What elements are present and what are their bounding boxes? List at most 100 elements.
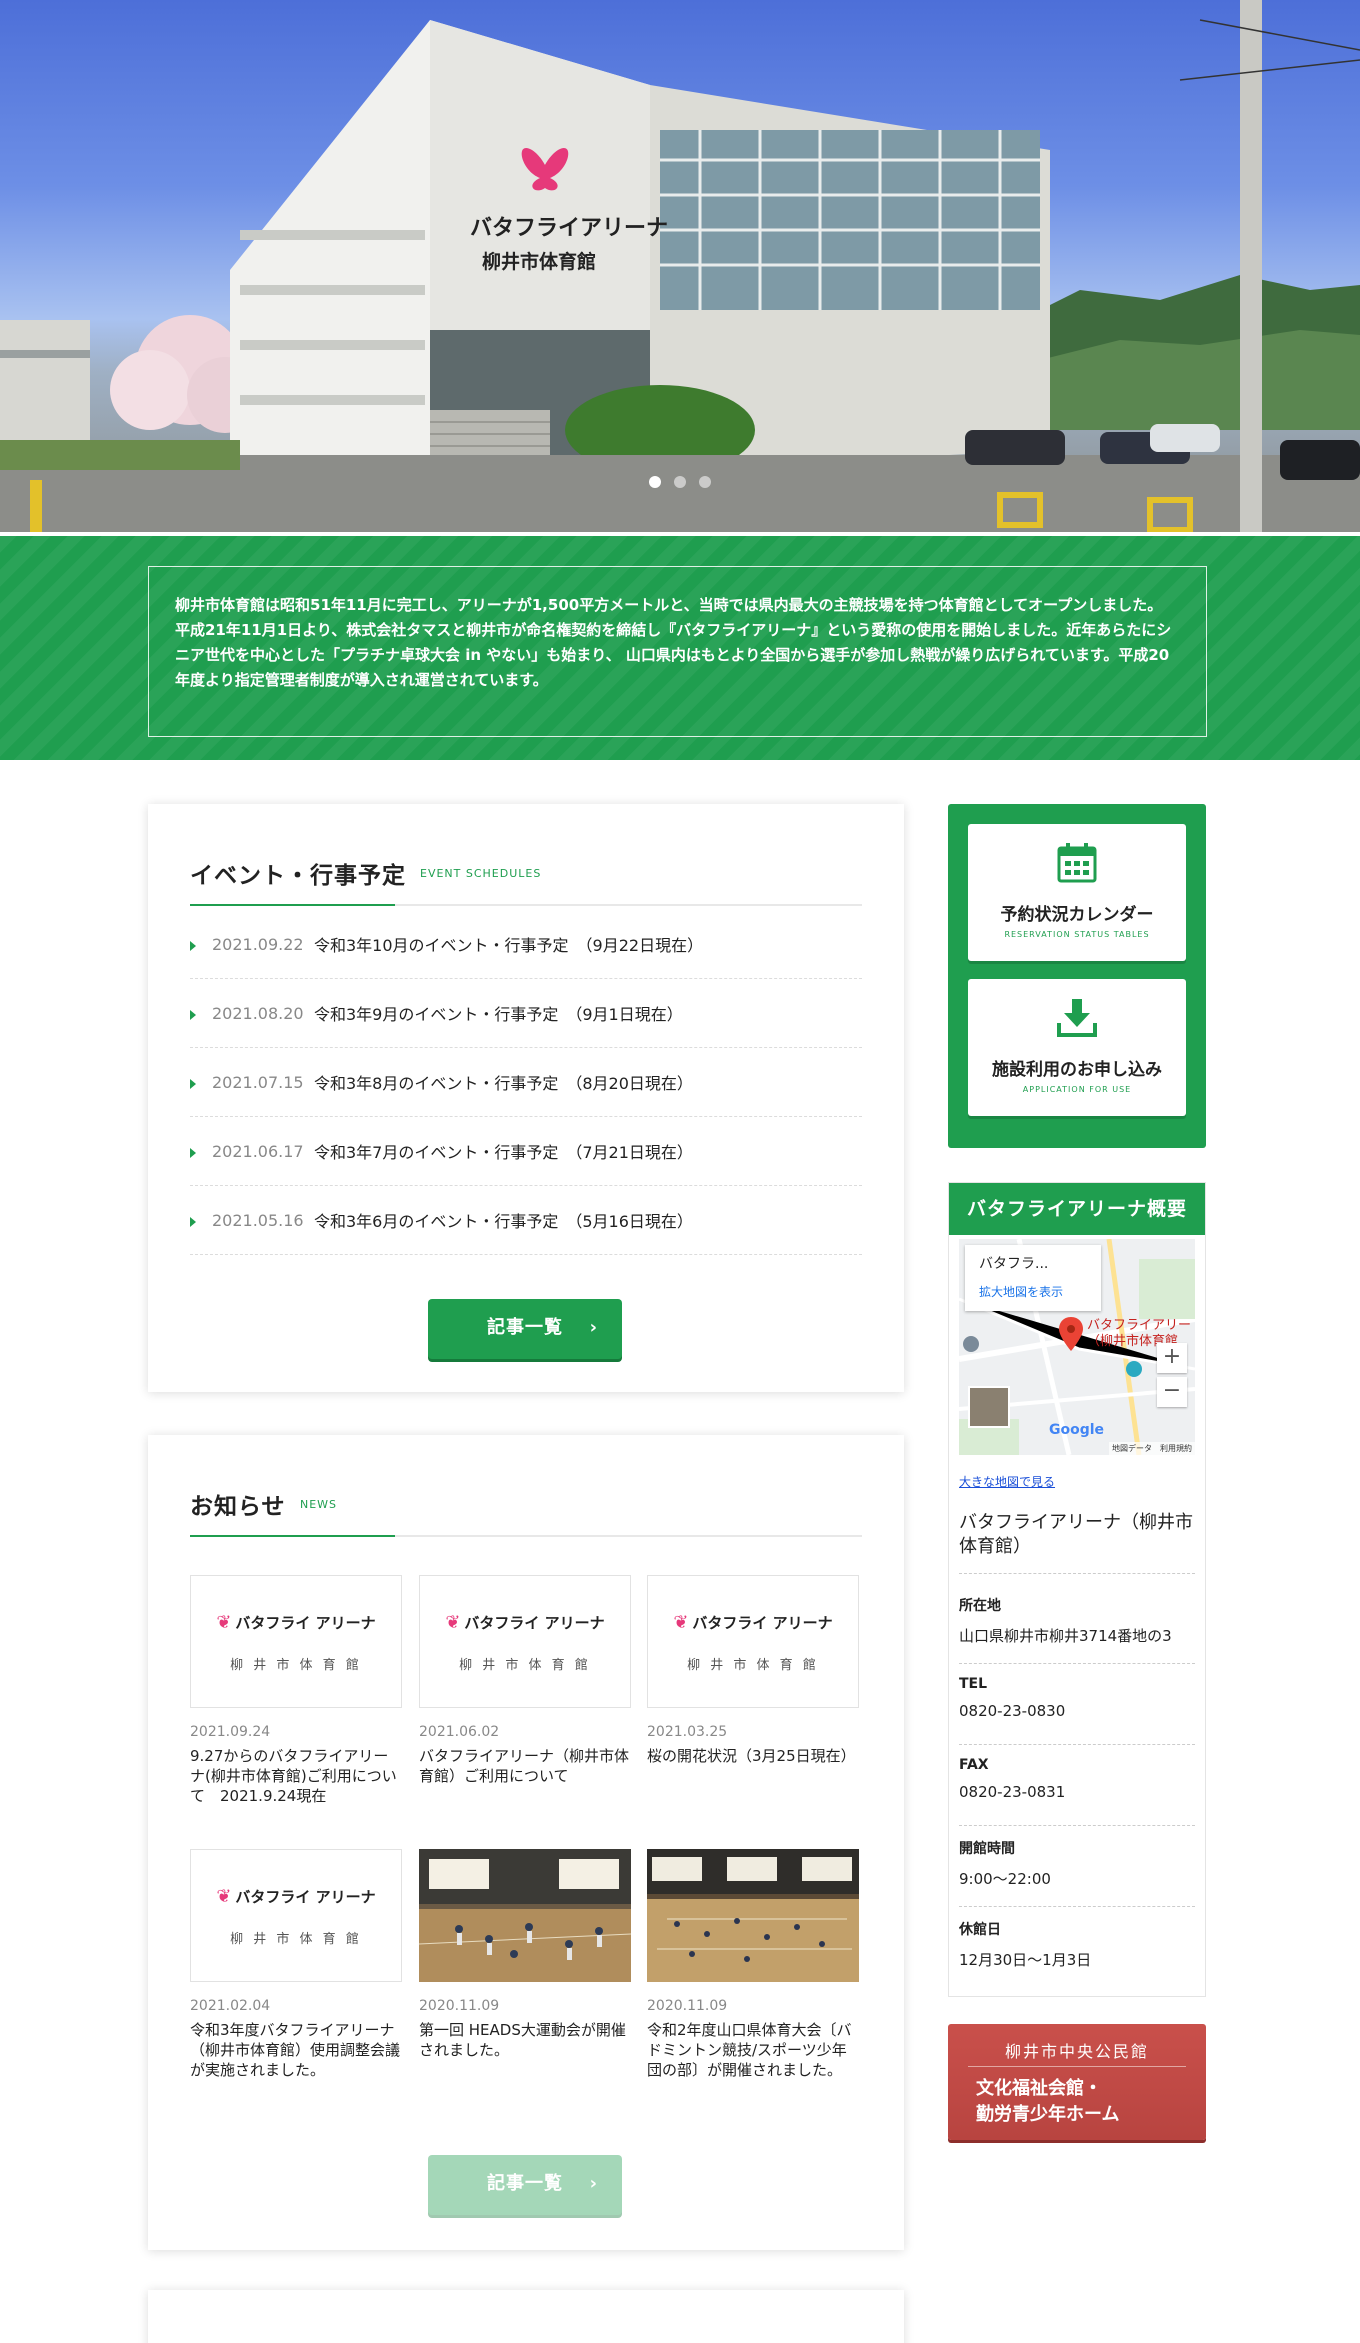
svg-text:Google: Google xyxy=(1049,1422,1104,1438)
events-subtitle: EVENT SCHEDULES xyxy=(420,867,542,880)
news-title-link[interactable]: バタフライアリーナ（柳井市体育館）ご利用について xyxy=(419,1746,631,1786)
news-title-link[interactable]: 9.27からのバタフライアリーナ(柳井市体育館)ご利用について 2021.9.2… xyxy=(190,1746,402,1806)
banner-line-2: 勤労青少年ホーム xyxy=(976,2104,1120,2125)
news-date: 2021.06.02 xyxy=(419,1724,500,1740)
slider-dot-1[interactable] xyxy=(648,476,661,488)
banner-line-1: 文化福祉会館・ xyxy=(976,2078,1102,2099)
svg-text:バタフライアリーナ: バタフライアリーナ xyxy=(470,216,668,241)
logo-name: バタフライ アリーナ xyxy=(235,1614,376,1632)
news-date: 2020.11.09 xyxy=(647,1998,728,2014)
big-map-link[interactable]: 大きな地図で見る xyxy=(959,1473,1055,1490)
list-item[interactable]: 2021.05.16 令和3年6月のイベント・行事予定 （5月16日現在） xyxy=(190,1186,862,1255)
calendar-button[interactable]: 予約状況カレンダー RESERVATION STATUS TABLES xyxy=(968,824,1186,961)
map-enlarge-link[interactable]: 拡大地図を表示 xyxy=(979,1283,1087,1300)
events-more-button[interactable]: 記事一覧 › xyxy=(428,1299,622,1359)
info-label: FAX xyxy=(959,1757,989,1773)
news-subtitle: NEWS xyxy=(300,1498,338,1511)
event-title[interactable]: 令和3年8月のイベント・行事予定 （8月20日現在） xyxy=(314,1070,693,1094)
news-date: 2021.03.25 xyxy=(647,1724,728,1740)
event-title[interactable]: 令和3年7月のイベント・行事予定 （7月21日現在） xyxy=(314,1139,693,1163)
news-more-button[interactable]: 記事一覧 › xyxy=(428,2155,622,2215)
info-row-tel: TEL 0820-23-0830 xyxy=(959,1664,1195,1745)
zoom-out-button[interactable]: − xyxy=(1157,1377,1187,1407)
news-card[interactable]: ❦ バタフライ アリーナ 柳 井 市 体 育 館 2021.06.02 バタフライ… xyxy=(419,1575,631,1786)
application-button[interactable]: 施設利用のお申し込み APPLICATION FOR USE xyxy=(968,979,1186,1116)
logo-subtitle: 柳 井 市 体 育 館 xyxy=(230,1932,362,1947)
intro-text: 柳井市体育館は昭和51年11月に完工し、アリーナが1,500平方メートルと、当時… xyxy=(148,566,1207,737)
slider-dot-2[interactable] xyxy=(674,476,686,488)
logo-name: バタフライ アリーナ xyxy=(235,1888,376,1906)
news-title-link[interactable]: 令和2年度山口県体育大会〔バドミントン競技/スポーツ少年団の部〕が開催されました… xyxy=(647,2020,859,2080)
butterfly-logo-icon: ❦ xyxy=(445,1612,461,1633)
events-list: 2021.09.22 令和3年10月のイベント・行事予定 （9月22日現在） 20… xyxy=(190,910,862,1255)
map-footer[interactable]: 地図データ 利用規約 xyxy=(1109,1442,1195,1455)
news-thumbnail[interactable]: ❦ バタフライ アリーナ 柳 井 市 体 育 館 xyxy=(190,1575,402,1708)
events-more-label: 記事一覧 xyxy=(487,1317,563,1338)
news-title-link[interactable]: 令和3年度バタフライアリーナ（柳井市体育館）使用調整会議が実施されました。 xyxy=(190,2020,402,2080)
news-thumbnail[interactable]: ❦ バタフライ アリーナ 柳 井 市 体 育 館 xyxy=(647,1575,859,1708)
butterfly-logo-icon: ❦ xyxy=(216,1886,232,1907)
google-map[interactable]: バタフライアリー （柳井市体育館 Google バタフラ... 拡大地図を表示 … xyxy=(959,1239,1195,1455)
news-title-link[interactable]: 桜の開花状況（3月25日現在） xyxy=(647,1746,859,1766)
news-card[interactable]: 2020.11.09 令和2年度山口県体育大会〔バドミントン競技/スポーツ少年団… xyxy=(647,1849,859,2080)
news-card[interactable]: ❦ バタフライ アリーナ 柳 井 市 体 育 館 2021.09.24 9.27か… xyxy=(190,1575,402,1806)
events-title: イベント・行事予定 xyxy=(190,863,406,889)
event-title[interactable]: 令和3年10月のイベント・行事予定 （9月22日現在） xyxy=(314,932,703,956)
list-item[interactable]: 2021.08.20 令和3年9月のイベント・行事予定 （9月1日現在） xyxy=(190,979,862,1048)
banner-title: 柳井市中央公民館 xyxy=(1004,2042,1149,2061)
butterfly-logo-icon: ❦ xyxy=(673,1612,689,1633)
news-card[interactable]: ❦ バタフライ アリーナ 柳 井 市 体 育 館 2021.02.04 令和3年度… xyxy=(190,1849,402,2080)
info-value: 12月30日〜1月3日 xyxy=(959,1951,1092,1969)
arrow-icon xyxy=(190,1148,196,1158)
news-thumbnail[interactable]: ❦ バタフライ アリーナ 柳 井 市 体 育 館 xyxy=(190,1849,402,1982)
list-item[interactable]: 2021.06.17 令和3年7月のイベント・行事予定 （7月21日現在） xyxy=(190,1117,862,1186)
news-heading: お知らせ NEWS xyxy=(190,1487,862,1537)
list-item[interactable]: 2021.07.15 令和3年8月のイベント・行事予定 （8月20日現在） xyxy=(190,1048,862,1117)
hero-slider: バタフライアリーナ 柳井市体育館 xyxy=(0,0,1360,532)
news-title: お知らせ xyxy=(190,1494,286,1520)
intro-band: 柳井市体育館は昭和51年11月に完工し、アリーナが1,500平方メートルと、当時… xyxy=(0,532,1360,760)
logo-name: バタフライ アリーナ xyxy=(692,1614,833,1632)
calendar-sublabel: RESERVATION STATUS TABLES xyxy=(1004,930,1150,939)
arrow-icon xyxy=(190,1079,196,1089)
news-title-link[interactable]: 第一回 HEADS大運動会が開催されました。 xyxy=(419,2020,631,2060)
zoom-in-button[interactable]: + xyxy=(1157,1343,1187,1373)
news-card[interactable]: ❦ バタフライ アリーナ 柳 井 市 体 育 館 2021.03.25 桜の開花状… xyxy=(647,1575,859,1766)
event-date: 2021.05.16 xyxy=(212,1210,304,1230)
news-photo-thumbnail[interactable] xyxy=(419,1849,631,1982)
info-row-fax: FAX 0820-23-0831 xyxy=(959,1745,1195,1826)
info-label: 開館時間 xyxy=(959,1841,1015,1857)
logo-name: バタフライ アリーナ xyxy=(464,1614,605,1632)
logo-subtitle: 柳 井 市 体 育 館 xyxy=(459,1658,591,1673)
event-title[interactable]: 令和3年9月のイベント・行事予定 （9月1日現在） xyxy=(314,1001,683,1025)
chevron-right-icon: › xyxy=(589,2173,598,2194)
info-row-closed: 休館日 12月30日〜1月3日 xyxy=(959,1907,1195,1988)
sidebar-quick-links: 予約状況カレンダー RESERVATION STATUS TABLES 施設利用… xyxy=(948,804,1206,1148)
news-more-label: 記事一覧 xyxy=(487,2173,563,2194)
news-thumbnail[interactable]: ❦ バタフライ アリーナ 柳 井 市 体 育 館 xyxy=(419,1575,631,1708)
news-card[interactable]: 2020.11.09 第一回 HEADS大運動会が開催されました。 xyxy=(419,1849,631,2060)
gym-photo xyxy=(647,1849,859,1982)
list-item[interactable]: 2021.09.22 令和3年10月のイベント・行事予定 （9月22日現在） xyxy=(190,910,862,979)
info-value: 9:00〜22:00 xyxy=(959,1870,1051,1888)
slider-dots xyxy=(0,473,1360,492)
event-date: 2021.06.17 xyxy=(212,1141,304,1161)
info-value: 0820-23-0830 xyxy=(959,1702,1066,1720)
news-photo-thumbnail[interactable] xyxy=(647,1849,859,1982)
news-date: 2020.11.09 xyxy=(419,1998,500,2014)
application-sublabel: APPLICATION FOR USE xyxy=(1022,1085,1132,1094)
hero-photo: バタフライアリーナ 柳井市体育館 xyxy=(0,0,1360,532)
slider-dot-3[interactable] xyxy=(699,476,712,488)
logo-subtitle: 柳 井 市 体 育 館 xyxy=(687,1658,819,1673)
arrow-icon xyxy=(190,1010,196,1020)
event-title[interactable]: 令和3年6月のイベント・行事予定 （5月16日現在） xyxy=(314,1208,693,1232)
map-place-card: バタフラ... 拡大地図を表示 xyxy=(965,1245,1101,1311)
info-label: TEL xyxy=(959,1676,988,1692)
info-label: 休館日 xyxy=(959,1922,1001,1938)
banner-divider xyxy=(968,2066,1186,2067)
community-center-banner[interactable]: 柳井市中央公民館 文化福祉会館・ 勤労青少年ホーム xyxy=(948,2024,1206,2140)
info-row-address: 所在地 山口県柳井市柳井3714番地の3 xyxy=(959,1583,1195,1664)
events-section: イベント・行事予定 EVENT SCHEDULES 2021.09.22 令和3年… xyxy=(148,804,904,1392)
next-section-edge xyxy=(148,2290,904,2343)
arrow-icon xyxy=(190,1217,196,1227)
